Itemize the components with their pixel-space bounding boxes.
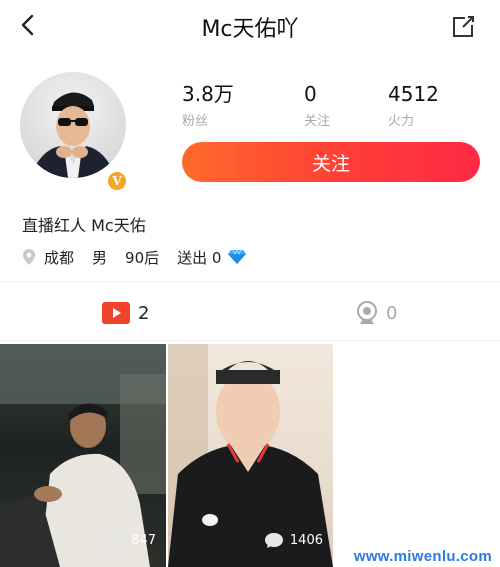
- avatar-image: [30, 92, 116, 178]
- tab-live[interactable]: 0: [356, 300, 397, 326]
- section-divider: [0, 281, 500, 282]
- page-title: Mc天佑吖: [201, 17, 299, 42]
- avatar[interactable]: [20, 72, 126, 178]
- share-icon: [453, 16, 474, 37]
- live-camera-icon: [357, 301, 377, 324]
- comment-bubble-icon: [264, 533, 283, 548]
- stat-fans[interactable]: 3.8万 粉丝: [182, 82, 234, 129]
- gender-text: 男: [92, 248, 108, 267]
- view-count: 1406: [264, 532, 323, 549]
- avatar-container[interactable]: V: [20, 72, 130, 192]
- view-count-value: 847: [131, 533, 156, 548]
- gifts-sent: 送出 0: [177, 247, 247, 268]
- stat-firepower-label: 火力: [388, 114, 415, 129]
- stat-following-label: 关注: [304, 114, 331, 129]
- share-button[interactable]: [448, 11, 478, 41]
- view-count-value: 1406: [289, 533, 323, 548]
- watermark-text: www.miwenlu.com: [353, 548, 492, 565]
- tab-live-count: 0: [386, 302, 398, 324]
- tab-videos[interactable]: 2: [102, 300, 149, 326]
- follow-button[interactable]: 关注: [182, 142, 480, 182]
- stat-fans-label: 粉丝: [182, 114, 209, 129]
- location-pin-icon: [23, 249, 35, 265]
- age-group-text: 90后: [125, 248, 160, 267]
- video-card[interactable]: 847: [0, 344, 166, 567]
- view-count: 847: [105, 532, 156, 549]
- stat-fans-value: 3.8万: [182, 82, 234, 106]
- video-card[interactable]: 1406: [168, 344, 333, 567]
- stat-firepower[interactable]: 4512 火力: [388, 82, 439, 129]
- tab-divider: [0, 340, 500, 341]
- gifts-sent-text: 送出 0: [177, 248, 222, 267]
- top-bar: Mc天佑吖: [0, 0, 500, 52]
- profile-meta: 成都 男 90后 送出 0: [22, 245, 247, 269]
- diamond-icon: [228, 249, 247, 264]
- tab-videos-count: 2: [138, 302, 150, 324]
- stat-firepower-value: 4512: [388, 82, 439, 106]
- video-play-icon: [102, 302, 130, 324]
- location-text: 成都: [44, 248, 75, 267]
- profile-bio: 直播红人 Mc天佑: [22, 216, 146, 235]
- stat-following[interactable]: 0 关注: [304, 82, 330, 129]
- comment-bubble-icon: [106, 533, 125, 548]
- stat-following-value: 0: [304, 82, 317, 106]
- verified-badge: V: [106, 170, 128, 192]
